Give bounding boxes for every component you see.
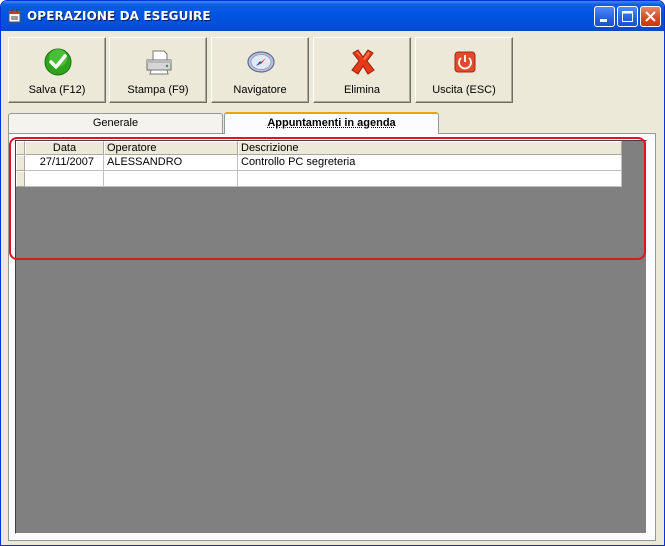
save-button-label: Salva (F12) bbox=[28, 84, 86, 96]
close-button[interactable] bbox=[640, 6, 661, 27]
window-title: OPERAZIONE DA ESEGUIRE bbox=[27, 9, 211, 23]
delete-x-icon bbox=[351, 49, 375, 75]
compass-icon bbox=[247, 51, 275, 73]
tab-generale-label: Generale bbox=[92, 117, 139, 129]
printer-icon bbox=[146, 50, 172, 75]
delete-button[interactable]: Elimina bbox=[313, 37, 411, 103]
navigator-button[interactable]: Navigatore bbox=[211, 37, 309, 103]
maximize-icon bbox=[622, 11, 633, 22]
tab-appuntamenti[interactable]: Appuntamenti in agenda bbox=[224, 112, 439, 134]
minimize-icon bbox=[600, 19, 607, 22]
highlight-outline bbox=[9, 137, 646, 260]
exit-button[interactable]: Uscita (ESC) bbox=[415, 37, 513, 103]
minimize-button[interactable] bbox=[594, 6, 615, 27]
navigator-button-label: Navigatore bbox=[233, 84, 287, 96]
tab-appuntamenti-label: Appuntamenti in agenda bbox=[267, 117, 396, 129]
maximize-button[interactable] bbox=[617, 6, 638, 27]
checkmark-icon bbox=[44, 48, 72, 76]
app-icon bbox=[8, 9, 21, 23]
window-body: Salva (F12) Stampa (F9) Navigatore Elimi… bbox=[4, 31, 661, 544]
exit-button-label: Uscita (ESC) bbox=[432, 84, 496, 96]
delete-button-label: Elimina bbox=[343, 84, 381, 96]
app-window: OPERAZIONE DA ESEGUIRE Salva (F12) Stamp… bbox=[0, 0, 665, 546]
power-icon bbox=[454, 51, 476, 73]
save-button[interactable]: Salva (F12) bbox=[8, 37, 106, 103]
title-bar[interactable]: OPERAZIONE DA ESEGUIRE bbox=[1, 1, 664, 31]
close-icon bbox=[645, 11, 656, 22]
print-button[interactable]: Stampa (F9) bbox=[109, 37, 207, 103]
print-button-label: Stampa (F9) bbox=[127, 84, 189, 96]
tab-generale[interactable]: Generale bbox=[8, 113, 223, 133]
